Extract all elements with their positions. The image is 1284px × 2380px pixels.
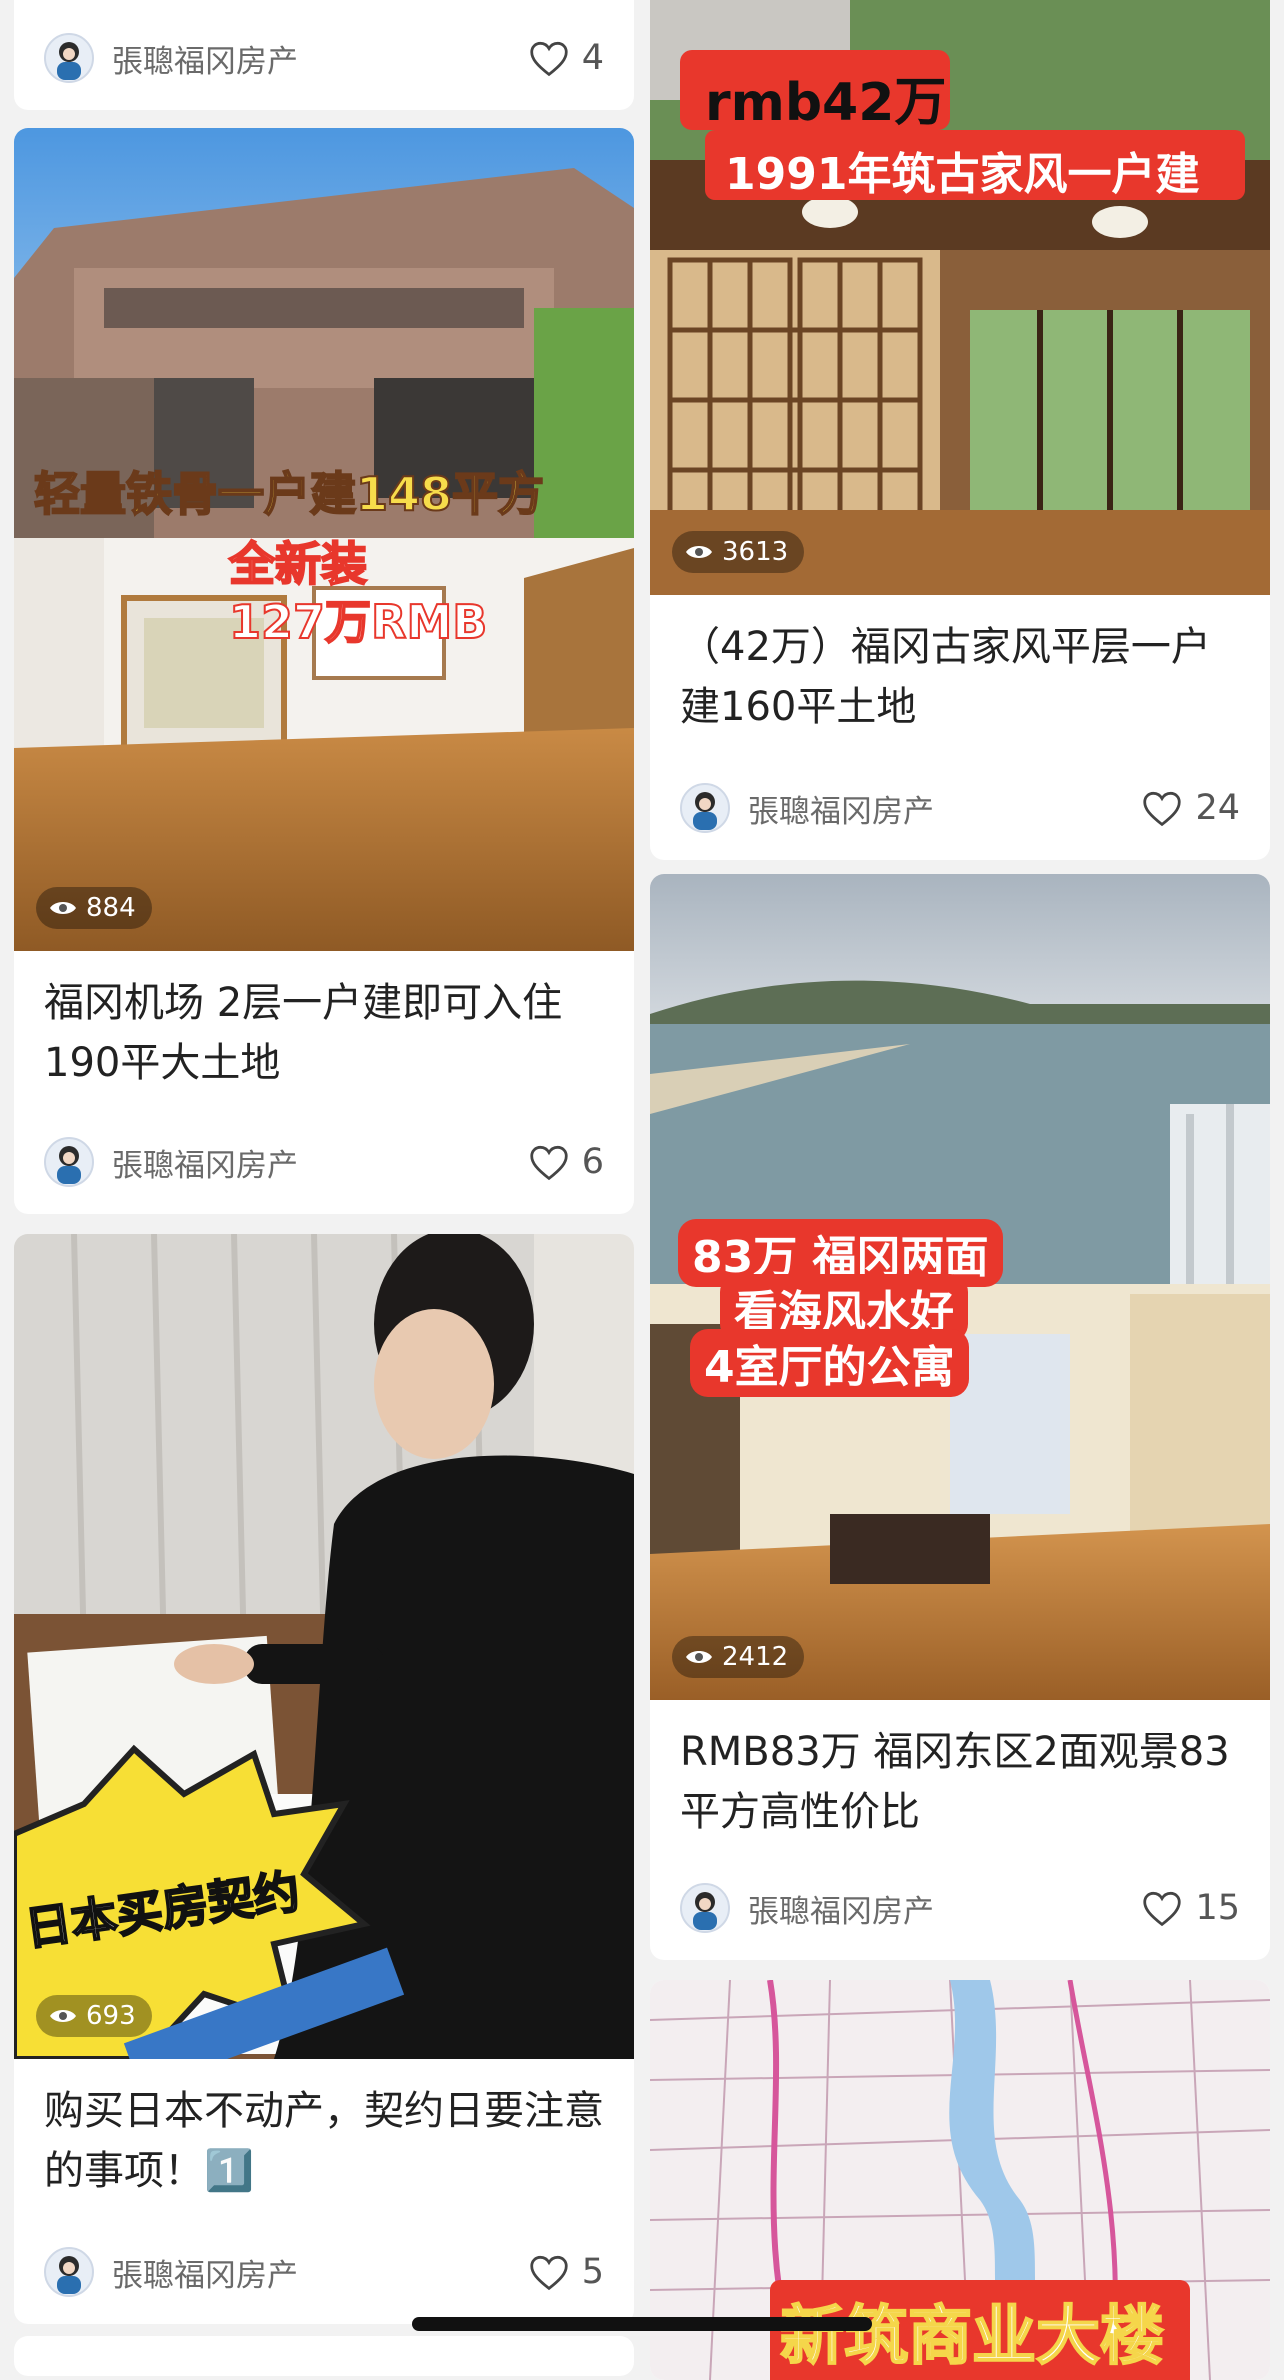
author-name[interactable]: 張聰福冈房产 xyxy=(112,36,528,81)
post-meta: 張聰福冈房产 4 xyxy=(44,32,604,84)
view-count-badge: 884 xyxy=(36,887,152,929)
post-title[interactable]: RMB83万 福冈东区2面观景83平方高性价比 xyxy=(650,1700,1270,1842)
home-indicator[interactable] xyxy=(412,2317,872,2331)
post-cover-image[interactable]: 日本买房契约 693 xyxy=(14,1234,634,2059)
post-meta: 張聰福冈房产 5 xyxy=(44,2246,604,2298)
post-meta: 張聰福冈房产 6 xyxy=(44,1136,604,1188)
cover-caption: 新筑商业大楼 xyxy=(779,2299,1165,2375)
post-title[interactable]: （42万）福冈古家风平层一户建160平土地 xyxy=(650,595,1270,737)
heart-icon xyxy=(1143,791,1182,827)
view-count: 3613 xyxy=(722,537,789,567)
post-card[interactable]: 轻量铁骨一户建148平方 全新装 127万RMB 884 福冈机场 2层一户建即… xyxy=(14,128,634,1214)
like-button[interactable]: 24 xyxy=(1141,788,1240,828)
like-count: 15 xyxy=(1195,1888,1240,1928)
cover-caption: 1991年筑古家风一户建 xyxy=(725,149,1200,200)
author-name[interactable]: 張聰福冈房产 xyxy=(112,2250,528,2295)
cover-caption: 4室厅的公寓 xyxy=(690,1329,969,1397)
cover-caption: 127万RMB xyxy=(228,594,488,650)
author-avatar[interactable] xyxy=(680,1883,730,1933)
cover-caption: 全新装 xyxy=(228,536,368,592)
like-count: 4 xyxy=(581,38,604,78)
like-button[interactable]: 4 xyxy=(528,38,604,78)
post-card-partial[interactable] xyxy=(14,2336,634,2376)
heart-icon xyxy=(1143,1891,1182,1927)
like-button[interactable]: 15 xyxy=(1141,1888,1240,1928)
author-avatar[interactable] xyxy=(44,33,94,83)
heart-icon xyxy=(530,1145,568,1181)
author-avatar[interactable] xyxy=(44,2247,94,2297)
like-count: 24 xyxy=(1195,788,1240,828)
author-name[interactable]: 張聰福冈房产 xyxy=(748,1886,1141,1931)
view-count: 884 xyxy=(86,893,136,923)
post-cover-image[interactable]: 轻量铁骨一户建148平方 全新装 127万RMB 884 xyxy=(14,128,634,951)
post-card[interactable]: 張聰福冈房产 4 xyxy=(14,0,634,110)
author-name[interactable]: 張聰福冈房产 xyxy=(748,786,1141,831)
eye-icon xyxy=(686,1651,712,1663)
eye-icon xyxy=(50,2010,76,2022)
view-count-badge: 3613 xyxy=(672,531,805,573)
heart-icon xyxy=(530,2255,568,2291)
cover-caption: 轻量铁骨一户建148平方 xyxy=(33,466,545,522)
like-count: 6 xyxy=(581,1142,604,1182)
post-title[interactable]: 购买日本不动产，契约日要注意的事项！1️⃣ xyxy=(14,2059,634,2201)
post-card[interactable]: 日本买房契约 693 购买日本不动产，契约日要注意的事项！1️⃣ 張聰福冈房产 … xyxy=(14,1234,634,2324)
post-meta: 張聰福冈房产 24 xyxy=(680,782,1240,834)
like-button[interactable]: 6 xyxy=(528,1142,604,1182)
post-cover-image[interactable]: rmb42万 1991年筑古家风一户建 3613 xyxy=(650,0,1270,595)
view-count: 2412 xyxy=(722,1642,789,1672)
post-title[interactable]: 福冈机场 2层一户建即可入住190平大土地 xyxy=(14,951,634,1093)
view-count-badge: 2412 xyxy=(672,1636,805,1678)
author-avatar[interactable] xyxy=(680,783,730,833)
post-cover-image[interactable]: 83万 福冈两面 看海风水好 4室厅的公寓 2412 xyxy=(650,874,1270,1700)
view-count: 693 xyxy=(86,2001,136,2031)
eye-icon xyxy=(50,902,76,914)
author-name[interactable]: 張聰福冈房产 xyxy=(112,1140,528,1185)
cover-caption: rmb42万 xyxy=(705,73,947,133)
post-meta: 張聰福冈房产 15 xyxy=(680,1882,1240,1934)
like-count: 5 xyxy=(581,2252,604,2292)
post-card[interactable]: rmb42万 1991年筑古家风一户建 3613 （42万）福冈古家风平层一户建… xyxy=(650,0,1270,860)
post-card[interactable]: 83万 福冈两面 看海风水好 4室厅的公寓 2412 RMB83万 福冈东区2面… xyxy=(650,874,1270,1960)
author-avatar[interactable] xyxy=(44,1137,94,1187)
view-count-badge: 693 xyxy=(36,1995,152,2037)
like-button[interactable]: 5 xyxy=(528,2252,604,2292)
heart-icon xyxy=(530,41,568,77)
eye-icon xyxy=(686,546,712,558)
